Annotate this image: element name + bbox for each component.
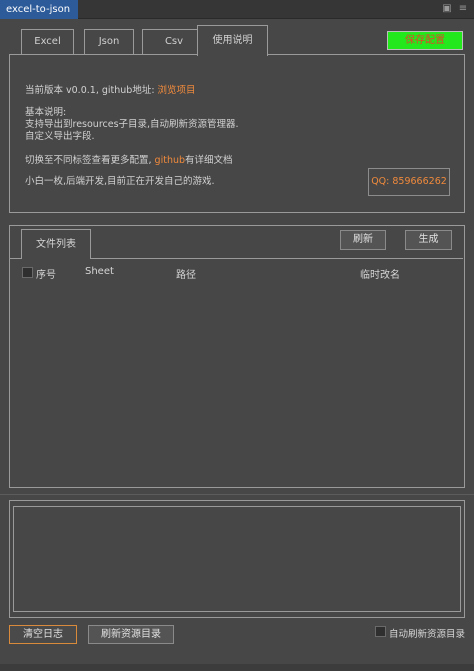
usage-info-panel: 当前版本 v0.0.1, github地址: 浏览项目 基本说明: 支持导出到r… [9,54,465,213]
qq-contact-button[interactable]: QQ: 859666262 [368,168,450,196]
switch-text: 切换至不同标签查看更多配置, [25,155,155,166]
tab-usage[interactable]: 使用说明 [197,25,268,56]
column-header-rename: 临时改名 [360,270,400,281]
refresh-assets-button[interactable]: 刷新资源目录 [88,625,174,644]
column-header-path: 路径 [176,270,196,281]
menu-icon[interactable]: ≡ [457,3,469,15]
panel-title-tab[interactable]: excel-to-json [0,0,78,19]
intro-line: 小白一枚,后端开发,目前正在开发自己的游戏. [25,176,215,187]
tab-json[interactable]: Json [84,29,134,55]
tab-file-list[interactable]: 文件列表 [21,229,91,259]
version-line: 当前版本 v0.0.1, github地址: 浏览项目 [25,82,196,96]
github-link[interactable]: github [155,155,185,166]
auto-refresh-label: 自动刷新资源目录 [389,629,466,640]
select-all-checkbox[interactable] [22,267,33,278]
clear-log-button[interactable]: 清空日志 [9,625,77,644]
generate-button[interactable]: 生成 [405,230,452,250]
bottom-strip [0,664,474,671]
browse-project-link[interactable]: 浏览项目 [158,85,196,96]
restore-icon[interactable]: ▣ [441,3,453,15]
tab-excel[interactable]: Excel [21,29,74,55]
title-bar: excel-to-json ▣ ≡ [0,0,474,19]
basic-line-2: 自定义导出字段. [25,131,95,142]
refresh-button[interactable]: 刷新 [340,230,386,250]
file-list-table [10,258,463,487]
version-text: 当前版本 v0.0.1, github地址: [25,85,158,96]
column-header-sheet: Sheet [85,266,114,277]
save-config-button[interactable]: 保存配置 [387,31,463,50]
log-textarea[interactable] [13,506,461,612]
auto-refresh-checkbox[interactable] [375,626,386,637]
switch-suffix: 有详细文档 [185,155,233,166]
section-divider [0,494,474,495]
switch-line: 切换至不同标签查看更多配置, github有详细文档 [25,152,233,166]
column-header-index: 序号 [36,270,56,281]
